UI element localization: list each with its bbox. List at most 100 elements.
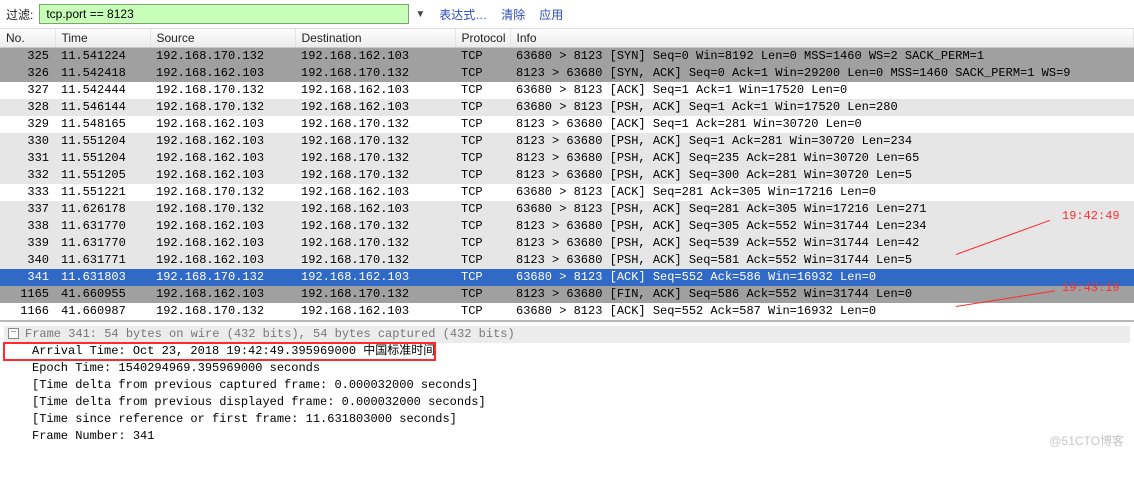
cell-source: 192.168.170.132 xyxy=(150,99,295,116)
table-row[interactable]: 33811.631770192.168.162.103192.168.170.1… xyxy=(0,218,1134,235)
detail-frame-number[interactable]: Frame Number: 341 xyxy=(4,428,1130,445)
cell-protocol: TCP xyxy=(455,184,510,201)
table-row[interactable]: 34011.631771192.168.162.103192.168.170.1… xyxy=(0,252,1134,269)
cell-protocol: TCP xyxy=(455,167,510,184)
cell-protocol: TCP xyxy=(455,133,510,150)
detail-arrival-time[interactable]: Arrival Time: Oct 23, 2018 19:42:49.3959… xyxy=(4,343,435,360)
cell-destination: 192.168.170.132 xyxy=(295,218,455,235)
expression-button[interactable]: 表达式… xyxy=(435,6,491,23)
cell-destination: 192.168.170.132 xyxy=(295,252,455,269)
cell-no: 327 xyxy=(0,82,55,99)
cell-time: 11.631803 xyxy=(55,269,150,286)
table-row[interactable]: 32911.548165192.168.162.103192.168.170.1… xyxy=(0,116,1134,133)
detail-delta-displayed[interactable]: [Time delta from previous displayed fram… xyxy=(4,394,1130,411)
table-row[interactable]: 33011.551204192.168.162.103192.168.170.1… xyxy=(0,133,1134,150)
cell-destination: 192.168.162.103 xyxy=(295,269,455,286)
cell-no: 338 xyxy=(0,218,55,235)
table-row[interactable]: 33311.551221192.168.170.132192.168.162.1… xyxy=(0,184,1134,201)
table-row[interactable]: 33711.626178192.168.170.132192.168.162.1… xyxy=(0,201,1134,218)
cell-time: 11.551204 xyxy=(55,150,150,167)
table-row[interactable]: 33211.551205192.168.162.103192.168.170.1… xyxy=(0,167,1134,184)
cell-destination: 192.168.170.132 xyxy=(295,167,455,184)
cell-time: 11.631771 xyxy=(55,252,150,269)
cell-no: 329 xyxy=(0,116,55,133)
cell-destination: 192.168.162.103 xyxy=(295,99,455,116)
packet-details-pane: −Frame 341: 54 bytes on wire (432 bits),… xyxy=(0,320,1134,453)
cell-protocol: TCP xyxy=(455,99,510,116)
table-row[interactable]: 116541.660955192.168.162.103192.168.170.… xyxy=(0,286,1134,303)
table-row[interactable]: 33111.551204192.168.162.103192.168.170.1… xyxy=(0,150,1134,167)
col-no[interactable]: No. xyxy=(0,29,55,48)
cell-source: 192.168.162.103 xyxy=(150,150,295,167)
cell-info: 63680 > 8123 [SYN] Seq=0 Win=8192 Len=0 … xyxy=(510,48,1134,65)
cell-source: 192.168.162.103 xyxy=(150,252,295,269)
cell-info: 8123 > 63680 [PSH, ACK] Seq=539 Ack=552 … xyxy=(510,235,1134,252)
cell-no: 330 xyxy=(0,133,55,150)
cell-source: 192.168.170.132 xyxy=(150,303,295,320)
frame-header[interactable]: −Frame 341: 54 bytes on wire (432 bits),… xyxy=(4,326,1130,343)
detail-epoch-time[interactable]: Epoch Time: 1540294969.395969000 seconds xyxy=(4,360,1130,377)
cell-info: 63680 > 8123 [PSH, ACK] Seq=1 Ack=1 Win=… xyxy=(510,99,1134,116)
filter-input[interactable] xyxy=(39,4,409,24)
cell-source: 192.168.162.103 xyxy=(150,167,295,184)
cell-protocol: TCP xyxy=(455,82,510,99)
cell-source: 192.168.170.132 xyxy=(150,269,295,286)
cell-source: 192.168.162.103 xyxy=(150,116,295,133)
col-destination[interactable]: Destination xyxy=(295,29,455,48)
tree-toggle-icon[interactable]: − xyxy=(8,328,19,339)
cell-destination: 192.168.162.103 xyxy=(295,303,455,320)
table-row[interactable]: 32611.542418192.168.162.103192.168.170.1… xyxy=(0,65,1134,82)
table-row[interactable]: 32511.541224192.168.170.132192.168.162.1… xyxy=(0,48,1134,65)
cell-time: 11.546144 xyxy=(55,99,150,116)
cell-source: 192.168.170.132 xyxy=(150,201,295,218)
cell-source: 192.168.162.103 xyxy=(150,218,295,235)
table-row[interactable]: 32811.546144192.168.170.132192.168.162.1… xyxy=(0,99,1134,116)
table-row[interactable]: 33911.631770192.168.162.103192.168.170.1… xyxy=(0,235,1134,252)
cell-time: 11.551221 xyxy=(55,184,150,201)
cell-protocol: TCP xyxy=(455,65,510,82)
detail-time-since-ref[interactable]: [Time since reference or first frame: 11… xyxy=(4,411,1130,428)
table-row[interactable]: 116641.660987192.168.170.132192.168.162.… xyxy=(0,303,1134,320)
table-row[interactable]: 34111.631803192.168.170.132192.168.162.1… xyxy=(0,269,1134,286)
cell-info: 8123 > 63680 [PSH, ACK] Seq=235 Ack=281 … xyxy=(510,150,1134,167)
cell-info: 8123 > 63680 [FIN, ACK] Seq=586 Ack=552 … xyxy=(510,286,1134,303)
cell-destination: 192.168.162.103 xyxy=(295,82,455,99)
cell-destination: 192.168.170.132 xyxy=(295,133,455,150)
cell-source: 192.168.162.103 xyxy=(150,286,295,303)
cell-info: 8123 > 63680 [ACK] Seq=1 Ack=281 Win=307… xyxy=(510,116,1134,133)
cell-time: 11.631770 xyxy=(55,218,150,235)
apply-button[interactable]: 应用 xyxy=(535,6,567,23)
cell-source: 192.168.170.132 xyxy=(150,184,295,201)
cell-protocol: TCP xyxy=(455,252,510,269)
cell-info: 63680 > 8123 [ACK] Seq=552 Ack=587 Win=1… xyxy=(510,303,1134,320)
cell-destination: 192.168.162.103 xyxy=(295,48,455,65)
cell-time: 11.551205 xyxy=(55,167,150,184)
col-info[interactable]: Info xyxy=(510,29,1134,48)
cell-protocol: TCP xyxy=(455,269,510,286)
filter-dropdown-icon[interactable]: ▼ xyxy=(415,9,429,20)
cell-time: 11.551204 xyxy=(55,133,150,150)
cell-no: 326 xyxy=(0,65,55,82)
cell-no: 325 xyxy=(0,48,55,65)
cell-info: 8123 > 63680 [PSH, ACK] Seq=305 Ack=552 … xyxy=(510,218,1134,235)
col-time[interactable]: Time xyxy=(55,29,150,48)
cell-no: 340 xyxy=(0,252,55,269)
cell-source: 192.168.162.103 xyxy=(150,235,295,252)
packet-table[interactable]: No. Time Source Destination Protocol Inf… xyxy=(0,29,1134,320)
cell-destination: 192.168.170.132 xyxy=(295,116,455,133)
cell-protocol: TCP xyxy=(455,201,510,218)
cell-info: 63680 > 8123 [ACK] Seq=1 Ack=1 Win=17520… xyxy=(510,82,1134,99)
frame-header-text: Frame 341: 54 bytes on wire (432 bits), … xyxy=(25,327,515,341)
detail-delta-captured[interactable]: [Time delta from previous captured frame… xyxy=(4,377,1130,394)
cell-protocol: TCP xyxy=(455,48,510,65)
cell-time: 41.660987 xyxy=(55,303,150,320)
table-row[interactable]: 32711.542444192.168.170.132192.168.162.1… xyxy=(0,82,1134,99)
col-protocol[interactable]: Protocol xyxy=(455,29,510,48)
clear-button[interactable]: 清除 xyxy=(497,6,529,23)
col-source[interactable]: Source xyxy=(150,29,295,48)
cell-protocol: TCP xyxy=(455,150,510,167)
cell-protocol: TCP xyxy=(455,286,510,303)
column-header-row[interactable]: No. Time Source Destination Protocol Inf… xyxy=(0,29,1134,48)
cell-info: 8123 > 63680 [PSH, ACK] Seq=581 Ack=552 … xyxy=(510,252,1134,269)
cell-info: 8123 > 63680 [PSH, ACK] Seq=1 Ack=281 Wi… xyxy=(510,133,1134,150)
